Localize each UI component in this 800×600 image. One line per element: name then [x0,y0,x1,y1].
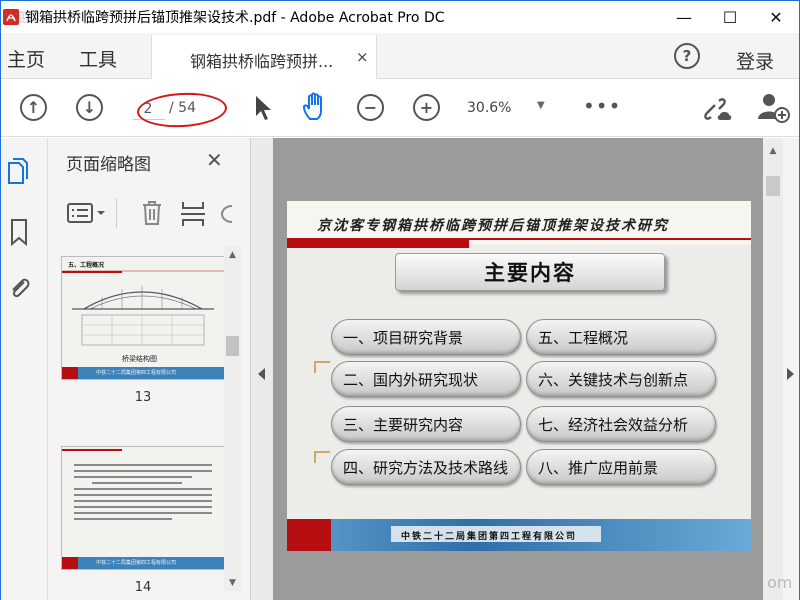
toc-item-2: 二、国内外研究现状 [331,361,521,397]
thumbnail-footer: 中铁二十二局集团第四工程有限公司 [96,370,177,376]
section-title: 主要内容 [484,261,576,285]
zoom-out-icon: − [363,98,378,117]
footer-red-block [287,519,331,551]
panel-collapse-strip[interactable] [251,138,273,600]
thumbnail-page-13[interactable]: 五、工程概况 桥梁结构图 中铁二十二局集团第四工程有限公司 [61,256,225,380]
thumbnail-footer: 中铁二十二局集团第四工程有限公司 [96,560,177,566]
chevron-left-icon[interactable] [258,368,266,380]
close-panel-button[interactable]: ✕ [206,148,223,172]
header-red-block [287,239,469,248]
document-scroll-knob[interactable] [766,176,780,196]
watermark: 百度知道 [1,11,54,26]
document-scrollbar[interactable]: ▲ [763,138,783,600]
help-icon[interactable]: ? [674,43,700,69]
close-window-button[interactable]: ✕ [753,1,799,33]
thumbnail-scrollbar[interactable]: ▲ ▼ [224,246,241,591]
decorative-bracket [314,451,330,463]
tab-tools[interactable]: 工具 [79,45,117,72]
toc-item-5: 五、工程概况 [526,319,716,355]
login-button[interactable]: 登录 [736,47,774,74]
watermark: om [767,573,793,592]
arrow-down-icon: ↓ [82,98,97,117]
zoom-level[interactable]: 30.6% [467,100,511,116]
section-title-box: 主要内容 [395,253,665,291]
thumbnail-toolbar [48,190,251,236]
thumbnail-scroll-knob[interactable] [226,336,239,356]
scroll-up-arrow-icon[interactable]: ▲ [224,246,241,263]
bookmark-icon[interactable] [7,218,31,246]
zoom-out-button[interactable]: − [357,94,384,121]
document-tab-label: 钢箱拱桥临跨预拼... [190,52,334,71]
left-rail [1,138,48,600]
page-thumbnails-icon[interactable] [6,158,30,186]
zoom-in-icon: + [419,98,434,117]
insert-pages-icon[interactable] [180,200,206,228]
attachment-icon[interactable] [7,274,31,302]
prev-page-button[interactable]: ↑ [20,94,47,121]
scroll-down-arrow-icon[interactable]: ▼ [224,574,241,591]
trash-icon[interactable] [140,200,164,226]
pdf-page: 京沈客专钢箱拱桥临跨预拼后锚顶推架设技术研究 主要内容 一、项目研究背景 二、国… [287,201,751,551]
thumbnail-page-14[interactable]: 中铁二十二局集团第四工程有限公司 [61,446,225,570]
thumbnail-heading: 五、工程概况 [68,262,105,269]
close-tab-button[interactable]: × [356,48,369,66]
right-pane-strip [783,138,799,600]
slide-footer-text: 中铁二十二局集团第四工程有限公司 [401,532,578,542]
select-cursor-icon[interactable] [253,94,273,122]
link-icon[interactable] [701,93,733,123]
toc-item-3: 三、主要研究内容 [331,406,521,442]
toc-item-8: 八、推广应用前景 [526,449,716,485]
decorative-bracket [314,361,330,373]
thumbnail-page-number: 13 [134,390,152,405]
thumbnail-panel-title: 页面缩略图 [66,155,151,175]
toolbar-divider [116,198,117,228]
rotate-icon[interactable] [220,202,234,226]
toolbar: ↑ ↓ / 54 − + 30.6% ▼ ••• [1,80,799,137]
title-bar: 钢箱拱桥临跨预拼后锚顶推架设技术.pdf - Adobe Acrobat Pro… [1,1,799,33]
chevron-right-icon[interactable] [786,368,794,380]
toc-item-7: 七、经济社会效益分析 [526,406,716,442]
chevron-down-icon[interactable]: ▼ [537,100,545,111]
hand-tool-icon[interactable] [301,91,331,123]
maximize-button[interactable]: ☐ [707,1,753,33]
thumbnail-list: 五、工程概况 桥梁结构图 中铁二十二局集团第四工程有限公司 13 中铁二十二局集… [60,246,226,596]
more-icon[interactable]: ••• [583,94,621,118]
toc-item-4: 四、研究方法及技术路线 [331,449,521,485]
add-user-icon[interactable] [757,92,791,124]
tab-bar: 主页 工具 钢箱拱桥临跨预拼... × ? 登录 [1,33,799,79]
toc-item-1: 一、项目研究背景 [331,319,521,355]
document-tab[interactable]: 钢箱拱桥临跨预拼... × [151,35,377,79]
thumbnail-page-number: 14 [134,580,152,595]
toc-item-6: 六、关键技术与创新点 [526,361,716,397]
arrow-up-icon: ↑ [26,98,41,117]
zoom-in-button[interactable]: + [413,94,440,121]
window-title: 钢箱拱桥临跨预拼后锚顶推架设技术.pdf - Adobe Acrobat Pro… [25,10,445,26]
slide-title: 京沈客专钢箱拱桥临跨预拼后锚顶推架设技术研究 [317,218,669,234]
thumbnail-panel: 页面缩略图 ✕ 五、工程概况 桥梁结构图 中铁二十二局集团第四工程有限公司 13… [48,138,251,600]
thumbnail-image [62,447,224,569]
minimize-button[interactable]: — [661,1,707,33]
thumbnail-options-icon[interactable] [66,202,112,224]
thumbnail-caption: 桥梁结构图 [122,355,157,363]
tab-home[interactable]: 主页 [7,45,45,72]
next-page-button[interactable]: ↓ [76,94,103,121]
scroll-up-arrow-icon[interactable]: ▲ [763,142,783,159]
